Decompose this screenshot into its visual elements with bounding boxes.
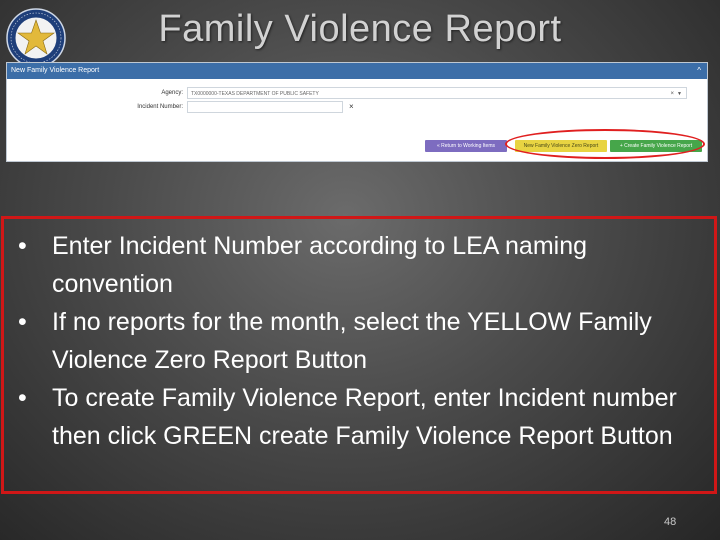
panel-title: New Family Violence Report [11, 67, 100, 74]
bullet-text: To create Family Violence Report, enter … [52, 384, 677, 450]
list-item: • To create Family Violence Report, enter… [18, 379, 696, 455]
incident-number-label: Incident Number: [137, 104, 183, 110]
incident-number-input[interactable] [187, 101, 343, 113]
chevron-down-icon[interactable]: ▼ [677, 88, 682, 100]
agency-select[interactable]: TX0000000-TEXAS DEPARTMENT OF PUBLIC SAF… [187, 87, 687, 99]
instructions-box: • Enter Incident Number according to LEA … [1, 216, 717, 494]
page-number: 48 [664, 516, 677, 528]
bullet-dot: • [18, 384, 27, 412]
list-item: • If no reports for the month, select the… [18, 303, 696, 379]
bullet-text: Enter Incident Number according to LEA n… [52, 232, 588, 298]
agency-row: Agency: TX0000000-TEXAS DEPARTMENT OF PU… [7, 87, 707, 101]
clear-agency-icon[interactable]: × [670, 88, 674, 100]
bullet-dot: • [18, 232, 27, 260]
agency-value: TX0000000-TEXAS DEPARTMENT OF PUBLIC SAF… [191, 91, 319, 97]
bullet-dot: • [18, 308, 27, 336]
list-item: • Enter Incident Number according to LEA … [18, 227, 696, 303]
agency-label: Agency: [161, 90, 183, 96]
highlight-oval [505, 129, 705, 159]
clear-incident-icon[interactable]: × [349, 102, 354, 111]
instruction-list: • Enter Incident Number according to LEA … [4, 219, 714, 455]
slide-title: Family Violence Report [158, 8, 562, 50]
bullet-text: If no reports for the month, select the … [52, 308, 652, 374]
incident-row: Incident Number: × [7, 101, 707, 115]
return-to-working-items-button[interactable]: « Return to Working Items [425, 140, 507, 152]
collapse-icon[interactable]: ^ [697, 63, 701, 79]
panel-header: New Family Violence Report ^ [7, 63, 707, 79]
